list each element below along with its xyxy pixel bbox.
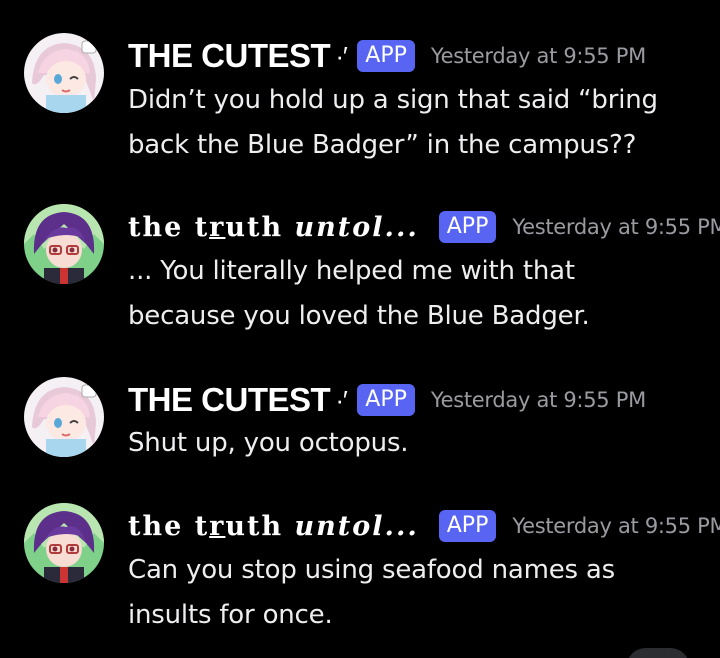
author-name[interactable]: THE CUTEST	[128, 37, 331, 75]
author-name[interactable]: THE CUTEST	[128, 381, 331, 419]
message-content: ... You literally helped me with that be…	[128, 249, 698, 339]
avatar-the-cutest[interactable]	[24, 377, 104, 457]
author-name[interactable]: the truth untol...	[128, 511, 419, 542]
message-line: because you loved the Blue Badger.	[128, 301, 590, 331]
message-line: Didn’t you hold up a sign that said “bri…	[128, 85, 658, 115]
author-name-mark: ·′	[336, 40, 348, 71]
timestamp[interactable]: Yesterday at 9:55 PM	[431, 388, 646, 412]
app-badge: APP	[438, 510, 497, 542]
avatar-the-cutest[interactable]	[24, 33, 104, 113]
message-content: Didn’t you hold up a sign that said “bri…	[128, 78, 698, 168]
message-header: THE CUTEST ·′ APP Yesterday at 9:55 PM	[128, 381, 646, 419]
timestamp[interactable]: Yesterday at 9:55 PM	[512, 215, 720, 239]
message-header: the truth untol... APP Yesterday at 9:55…	[128, 208, 720, 246]
message-content: Shut up, you octopus.	[128, 421, 698, 466]
avatar-the-truth-untold[interactable]	[24, 503, 104, 583]
timestamp[interactable]: Yesterday at 9:55 PM	[431, 44, 646, 68]
jump-to-present-button[interactable]	[626, 648, 690, 658]
app-badge: APP	[438, 211, 497, 243]
message-header: THE CUTEST ·′ APP Yesterday at 9:55 PM	[128, 37, 646, 75]
timestamp[interactable]: Yesterday at 9:55 PM	[512, 514, 720, 538]
message-line: Can you stop using seafood names as	[128, 555, 616, 585]
message-line: Shut up, you octopus.	[128, 428, 409, 458]
truth-avatar-image	[24, 503, 104, 583]
cutest-avatar-image	[24, 33, 104, 113]
avatar-the-truth-untold[interactable]	[24, 204, 104, 284]
author-name[interactable]: the truth untol...	[128, 212, 419, 243]
message-line: insults for once.	[128, 600, 333, 630]
message-content: Can you stop using seafood names as insu…	[128, 548, 698, 638]
cutest-avatar-image	[24, 377, 104, 457]
app-badge: APP	[357, 40, 415, 72]
message-line: back the Blue Badger” in the campus??	[128, 130, 637, 160]
truth-avatar-image	[24, 204, 104, 284]
app-badge: APP	[357, 384, 415, 416]
message-header: the truth untol... APP Yesterday at 9:55…	[128, 507, 720, 545]
author-name-mark: ·′	[336, 384, 348, 415]
message-line: ... You literally helped me with that	[128, 256, 575, 286]
